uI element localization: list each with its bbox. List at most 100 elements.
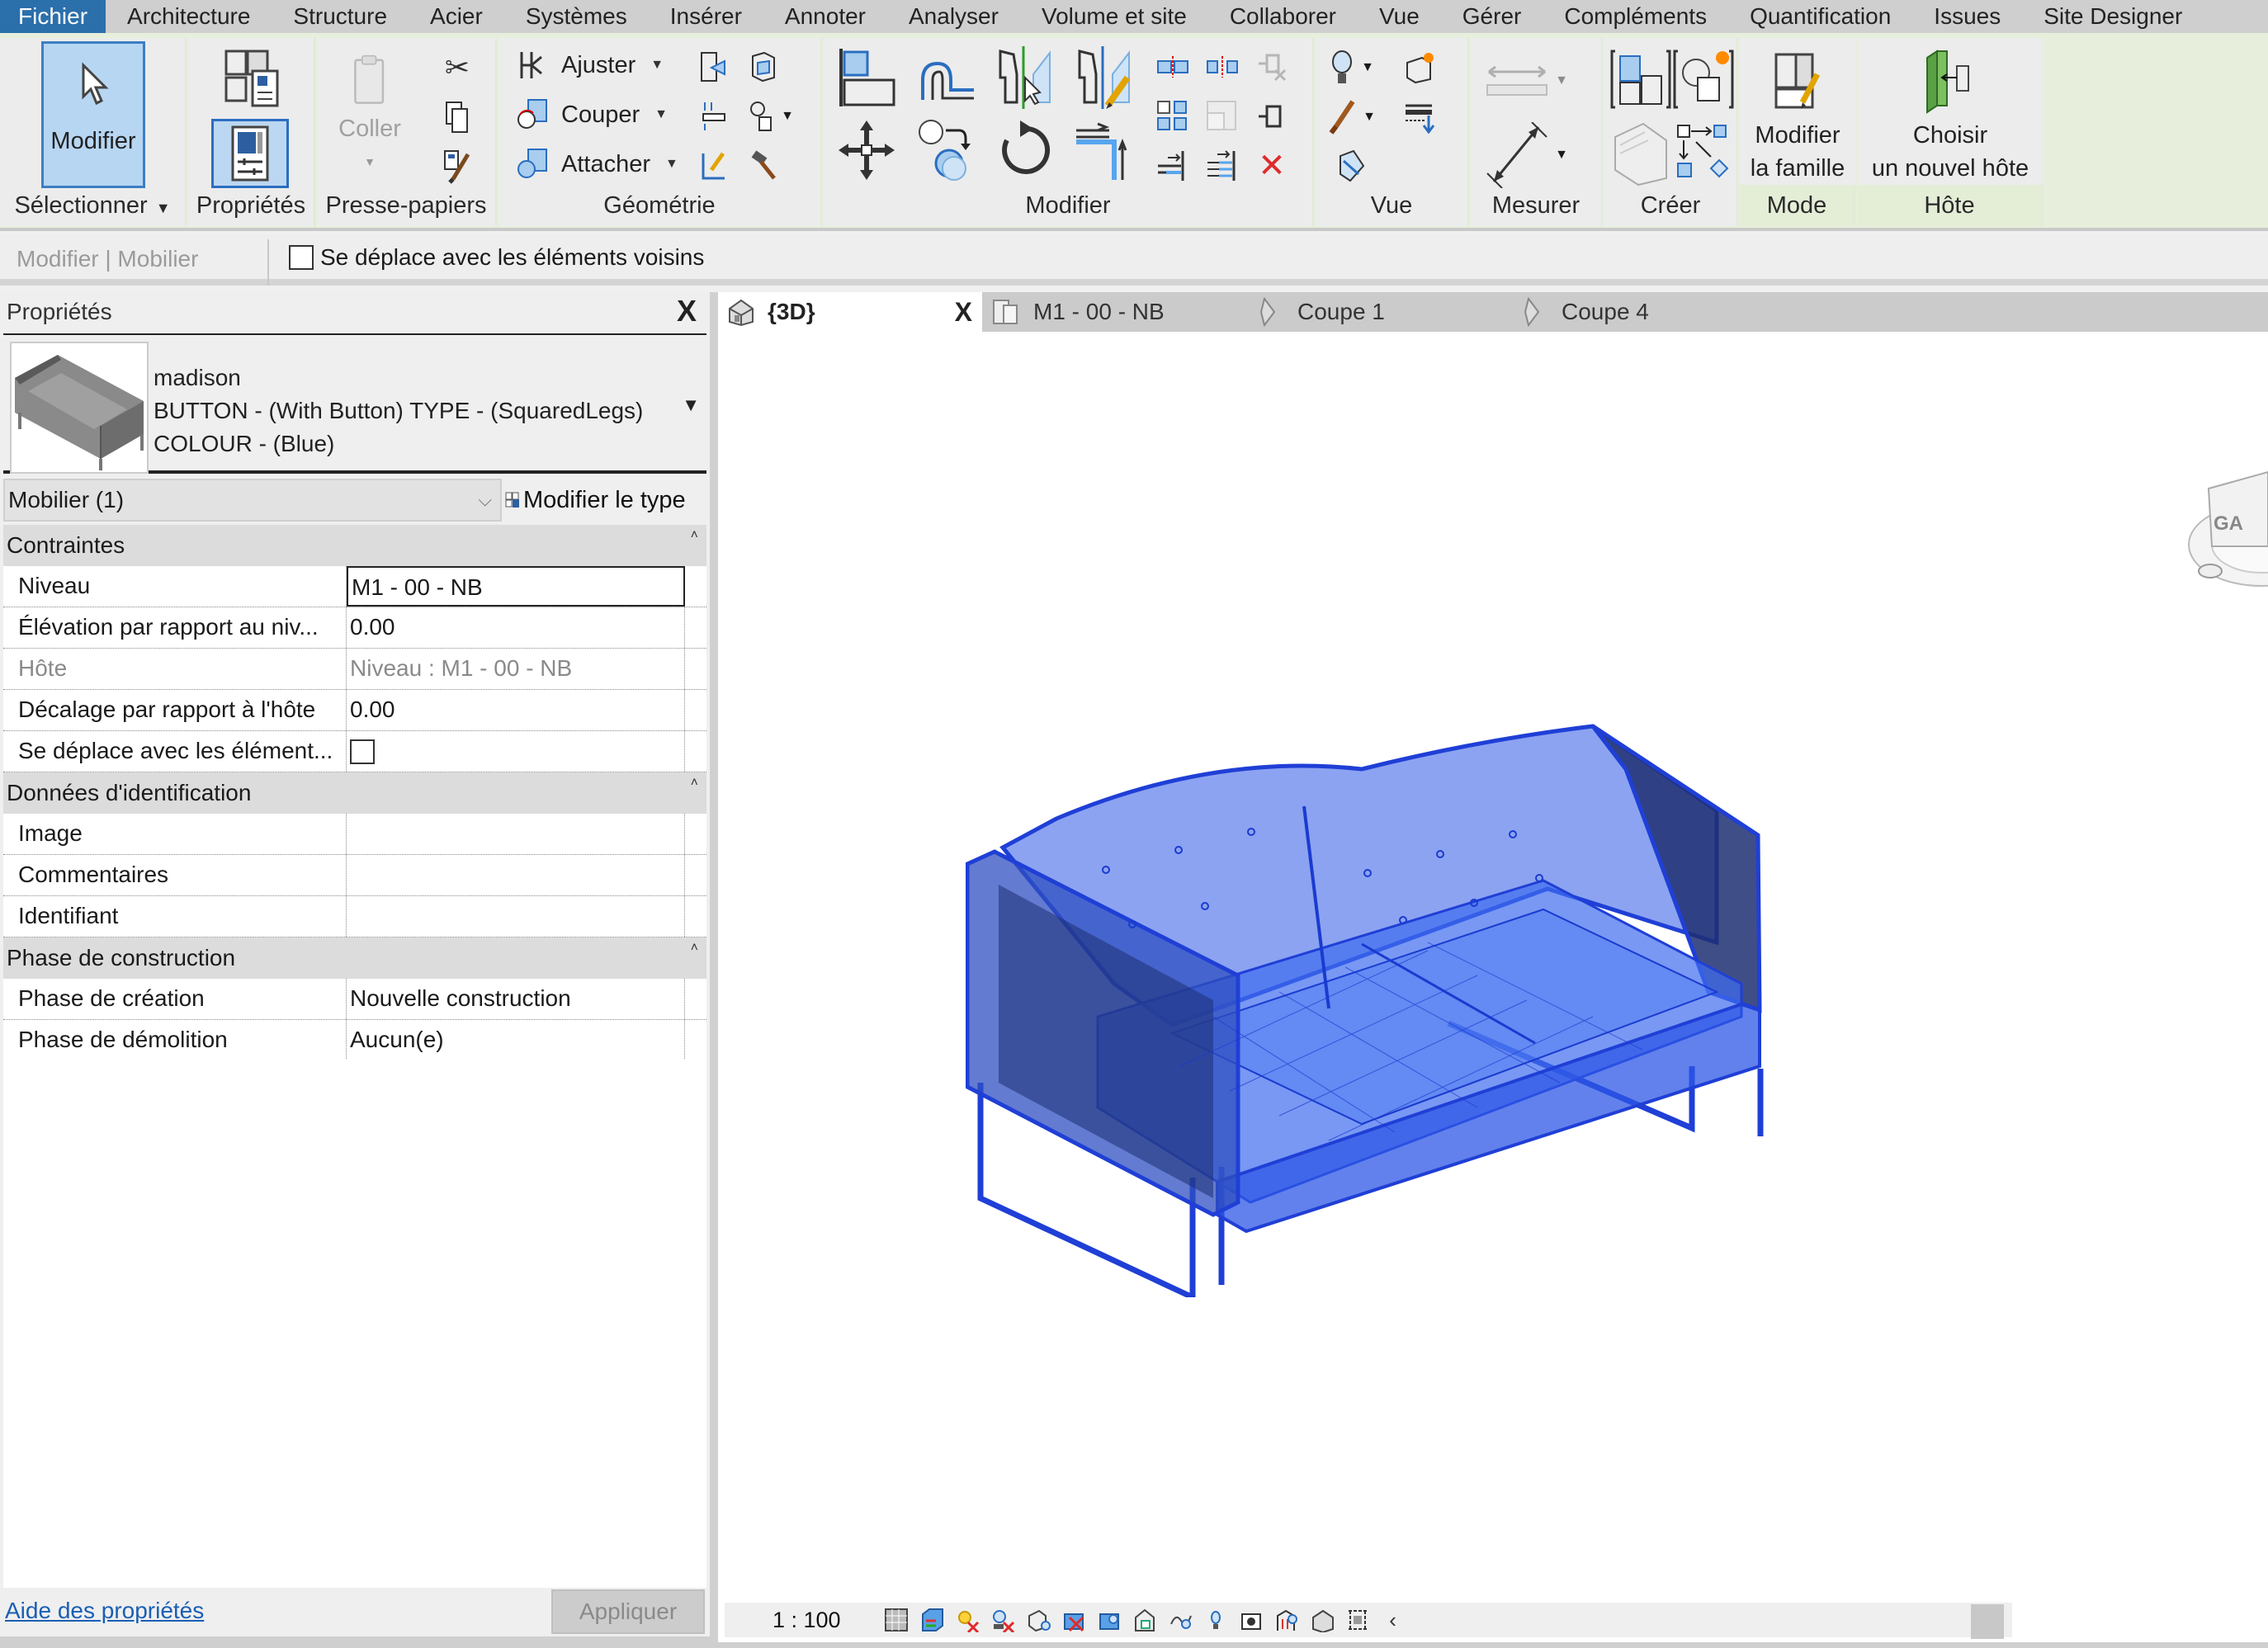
- temporary-hide-isolate-icon[interactable]: [1166, 1606, 1194, 1634]
- menu-tab-addins[interactable]: Compléments: [1543, 0, 1728, 33]
- view-tab-section-1[interactable]: Coupe 1: [1253, 292, 1517, 332]
- create-group-icon[interactable]: [1672, 120, 1735, 187]
- copy-element-icon[interactable]: [914, 117, 977, 183]
- create-assembly-icon[interactable]: [1609, 46, 1672, 112]
- analytical-model-icon[interactable]: [1273, 1606, 1301, 1634]
- close-icon[interactable]: X: [677, 294, 697, 328]
- properties-toggle-icon[interactable]: [211, 119, 289, 188]
- show-crop-region-icon[interactable]: [1095, 1606, 1123, 1634]
- offset-input[interactable]: 0.00: [347, 690, 685, 730]
- unpin-icon[interactable]: [1253, 50, 1291, 84]
- image-input[interactable]: [347, 814, 685, 854]
- paste-button[interactable]: Coller ▼: [330, 54, 409, 178]
- apply-button[interactable]: Appliquer: [551, 1589, 705, 1634]
- collapse-bar-icon[interactable]: ‹: [1379, 1606, 1407, 1634]
- 3d-viewport[interactable]: GA: [718, 332, 2268, 1601]
- view-tab-section-4[interactable]: Coupe 4: [1517, 292, 1781, 332]
- selection-box-icon[interactable]: [1327, 149, 1377, 185]
- collapse-icon[interactable]: ˄: [691, 763, 698, 804]
- elevation-input[interactable]: 0.00: [347, 607, 685, 648]
- viewcube-icon[interactable]: GA: [2187, 447, 2268, 596]
- trim-button[interactable]: Ajuster ▼: [517, 48, 664, 83]
- detail-level-icon[interactable]: [882, 1606, 910, 1634]
- menu-tab-quantification[interactable]: Quantification: [1728, 0, 1912, 33]
- type-properties-icon[interactable]: [220, 45, 286, 111]
- horizontal-scrollbar-thumb[interactable]: [1971, 1604, 2004, 1639]
- wall-joins-icon[interactable]: [697, 50, 731, 84]
- cut-scissors-icon[interactable]: ✂: [441, 50, 474, 86]
- unlocked-3d-view-icon[interactable]: [1131, 1606, 1159, 1634]
- menu-tab-massing-site[interactable]: Volume et site: [1020, 0, 1208, 33]
- override-graphics-icon[interactable]: [1398, 50, 1439, 86]
- menu-tab-systems[interactable]: Systèmes: [504, 0, 649, 33]
- mirror-draw-axis-icon[interactable]: [1073, 46, 1136, 109]
- menu-tab-site-designer[interactable]: Site Designer: [2022, 0, 2204, 33]
- trim-extend-single-icon[interactable]: [1154, 149, 1192, 183]
- temporary-view-properties-icon[interactable]: [1237, 1606, 1265, 1634]
- menu-tab-manage[interactable]: Gérer: [1441, 0, 1543, 33]
- scale-icon[interactable]: [1203, 99, 1241, 134]
- split-with-gap-icon[interactable]: [1203, 50, 1241, 84]
- view-tab-3d[interactable]: {3D} X: [718, 292, 982, 332]
- demolish-hammer-icon[interactable]: [746, 149, 781, 183]
- trim-extend-multiple-icon[interactable]: [1203, 149, 1241, 183]
- view-tab-floor-plan[interactable]: M1 - 00 - NB: [987, 292, 1243, 332]
- highlight-displacement-icon[interactable]: [1308, 1606, 1336, 1634]
- group-phasing[interactable]: Phase de construction ˄: [3, 937, 706, 979]
- sun-path-icon[interactable]: [953, 1606, 981, 1634]
- selected-sofa-model[interactable]: [966, 720, 1791, 1297]
- collapse-icon[interactable]: ˄: [691, 515, 698, 556]
- properties-help-link[interactable]: Aide des propriétés: [5, 1598, 204, 1624]
- menu-tab-issues[interactable]: Issues: [1912, 0, 2022, 33]
- create-similar-icon[interactable]: [1672, 46, 1735, 112]
- pick-new-host-button[interactable]: Choisir un nouvel hôte: [1857, 38, 2044, 185]
- move-icon[interactable]: [835, 117, 898, 183]
- crop-view-icon[interactable]: [1060, 1606, 1088, 1634]
- linework-brush-icon[interactable]: ▼: [1327, 99, 1377, 135]
- mirror-pick-axis-icon[interactable]: [994, 46, 1056, 109]
- pin-icon[interactable]: [1253, 99, 1291, 134]
- group-constraints[interactable]: Contraintes ˄: [3, 525, 706, 566]
- mark-input[interactable]: [347, 896, 685, 937]
- rotate-icon[interactable]: [994, 117, 1056, 183]
- comments-input[interactable]: [347, 855, 685, 895]
- panel-splitter[interactable]: [710, 292, 718, 1648]
- menu-tab-file[interactable]: Fichier: [0, 0, 106, 33]
- trim-extend-corner-icon[interactable]: [1073, 117, 1136, 183]
- level-input[interactable]: M1 - 00 - NB: [347, 566, 685, 607]
- close-icon[interactable]: X: [955, 297, 972, 328]
- shadows-icon[interactable]: [989, 1606, 1017, 1634]
- type-dropdown-arrow-icon[interactable]: ▼: [682, 394, 700, 416]
- visual-style-icon[interactable]: [918, 1606, 946, 1634]
- menu-tab-structure[interactable]: Structure: [272, 0, 409, 33]
- view-scale[interactable]: 1 : 100: [773, 1608, 841, 1633]
- moves-with-nearby-checkbox[interactable]: [289, 245, 314, 270]
- hide-in-view-icon[interactable]: ▼: [1327, 50, 1377, 86]
- split-face-icon[interactable]: [746, 50, 781, 84]
- menu-tab-insert[interactable]: Insérer: [649, 0, 763, 33]
- phase-demolished-select[interactable]: Aucun(e): [347, 1020, 685, 1060]
- type-selector[interactable]: madison BUTTON - (With Button) TYPE - (S…: [3, 337, 706, 474]
- moves-with-nearby-property-checkbox[interactable]: [350, 739, 375, 764]
- modify-button[interactable]: Modifier: [41, 41, 145, 188]
- select-panel-title[interactable]: Sélectionner ▼: [0, 185, 185, 226]
- create-parts-icon[interactable]: [1609, 120, 1672, 187]
- menu-tab-annotate[interactable]: Annoter: [763, 0, 887, 33]
- phase-created-select[interactable]: Nouvelle construction: [347, 979, 685, 1019]
- beam-column-joins-icon[interactable]: [697, 99, 731, 134]
- split-element-icon[interactable]: [1154, 50, 1192, 84]
- menu-tab-view[interactable]: Vue: [1358, 0, 1441, 33]
- render-icon[interactable]: [1024, 1606, 1052, 1634]
- edit-family-button[interactable]: Modifier la famille: [1740, 38, 1855, 185]
- menu-tab-steel[interactable]: Acier: [409, 0, 504, 33]
- cut-geometry-button[interactable]: Couper ▼: [517, 97, 668, 132]
- aligned-dimension-icon[interactable]: ▼: [1481, 120, 1571, 190]
- menu-tab-analyze[interactable]: Analyser: [887, 0, 1020, 33]
- menu-tab-architecture[interactable]: Architecture: [106, 0, 272, 33]
- wall-joins-dropdown-icon[interactable]: ▼: [746, 99, 796, 134]
- offset-icon[interactable]: [914, 46, 977, 109]
- group-identity-data[interactable]: Données d'identification ˄: [3, 772, 706, 814]
- edit-type-button[interactable]: Modifier le type: [505, 479, 686, 522]
- reveal-constraints-icon[interactable]: [1344, 1606, 1372, 1634]
- menu-tab-collaborate[interactable]: Collaborer: [1208, 0, 1358, 33]
